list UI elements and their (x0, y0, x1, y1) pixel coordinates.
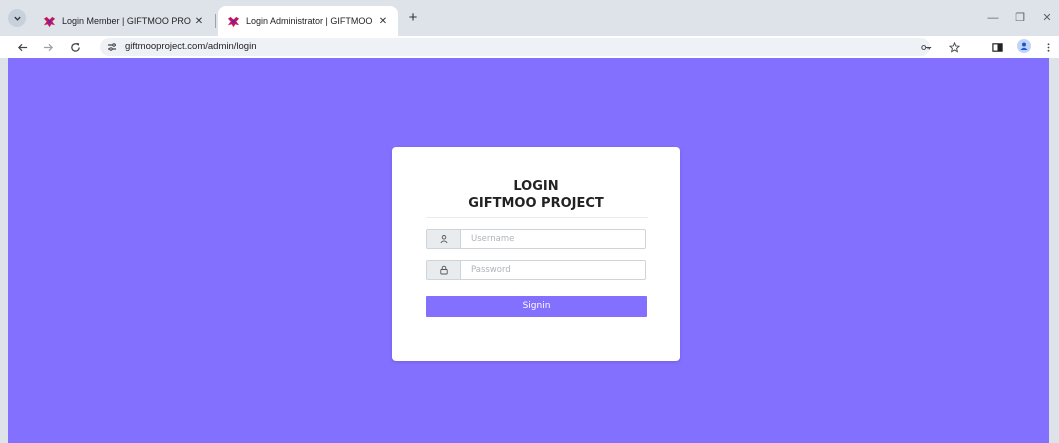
signin-button[interactable]: Signin (426, 296, 647, 317)
bookmark-star-icon[interactable] (946, 39, 962, 55)
login-title-line1: LOGIN (513, 179, 559, 194)
restore-button[interactable]: ❐ (1012, 10, 1028, 26)
address-bar[interactable]: giftmooproject.com/admin/login (100, 38, 930, 56)
side-panel-icon[interactable] (989, 39, 1005, 55)
username-field-group (426, 229, 646, 249)
user-icon (427, 230, 461, 248)
tab-login-member[interactable]: Login Member | GIFTMOO PRO ✕ (34, 6, 214, 36)
back-button[interactable] (13, 38, 31, 56)
tab-title: Login Member | GIFTMOO PRO (62, 16, 191, 26)
username-input[interactable] (462, 230, 645, 248)
password-input[interactable] (462, 261, 645, 279)
password-key-icon[interactable] (918, 39, 934, 55)
close-window-button[interactable]: ✕ (1039, 10, 1055, 26)
more-menu-icon[interactable] (1040, 39, 1056, 55)
tab-close-button[interactable]: ✕ (376, 14, 390, 28)
login-card: LOGIN GIFTMOO PROJECT Signin (392, 147, 680, 361)
login-title: LOGIN GIFTMOO PROJECT (392, 178, 680, 212)
profile-avatar[interactable] (1017, 39, 1031, 53)
forward-button[interactable] (39, 38, 57, 56)
arrow-left-icon (17, 43, 27, 51)
arrow-right-icon (43, 43, 53, 51)
tab-close-button[interactable]: ✕ (192, 14, 206, 28)
minimize-button[interactable]: — (985, 10, 1001, 26)
divider (426, 217, 648, 218)
lock-icon (427, 261, 461, 279)
site-favicon-icon (226, 14, 240, 28)
browser-tab-strip: Login Member | GIFTMOO PRO ✕ Login Admin… (0, 0, 1059, 36)
login-title-line2: GIFTMOO PROJECT (468, 196, 604, 211)
reload-icon (70, 42, 80, 52)
tab-search-button[interactable] (8, 9, 26, 27)
new-tab-button[interactable]: + (405, 10, 421, 26)
page-background: LOGIN GIFTMOO PROJECT Signin (8, 58, 1049, 443)
tab-login-administrator[interactable]: Login Administrator | GIFTMOO ✕ (218, 6, 398, 36)
password-field-group (426, 260, 646, 280)
reload-button[interactable] (66, 38, 84, 56)
url-text: giftmooproject.com/admin/login (125, 41, 257, 52)
tab-title: Login Administrator | GIFTMOO (246, 16, 373, 26)
tab-divider (215, 14, 216, 28)
profile-icon (1020, 42, 1028, 50)
browser-toolbar: giftmooproject.com/admin/login (0, 36, 1059, 58)
site-favicon-icon (42, 14, 56, 28)
site-info-icon[interactable] (106, 41, 118, 53)
chevron-down-icon (13, 16, 21, 21)
